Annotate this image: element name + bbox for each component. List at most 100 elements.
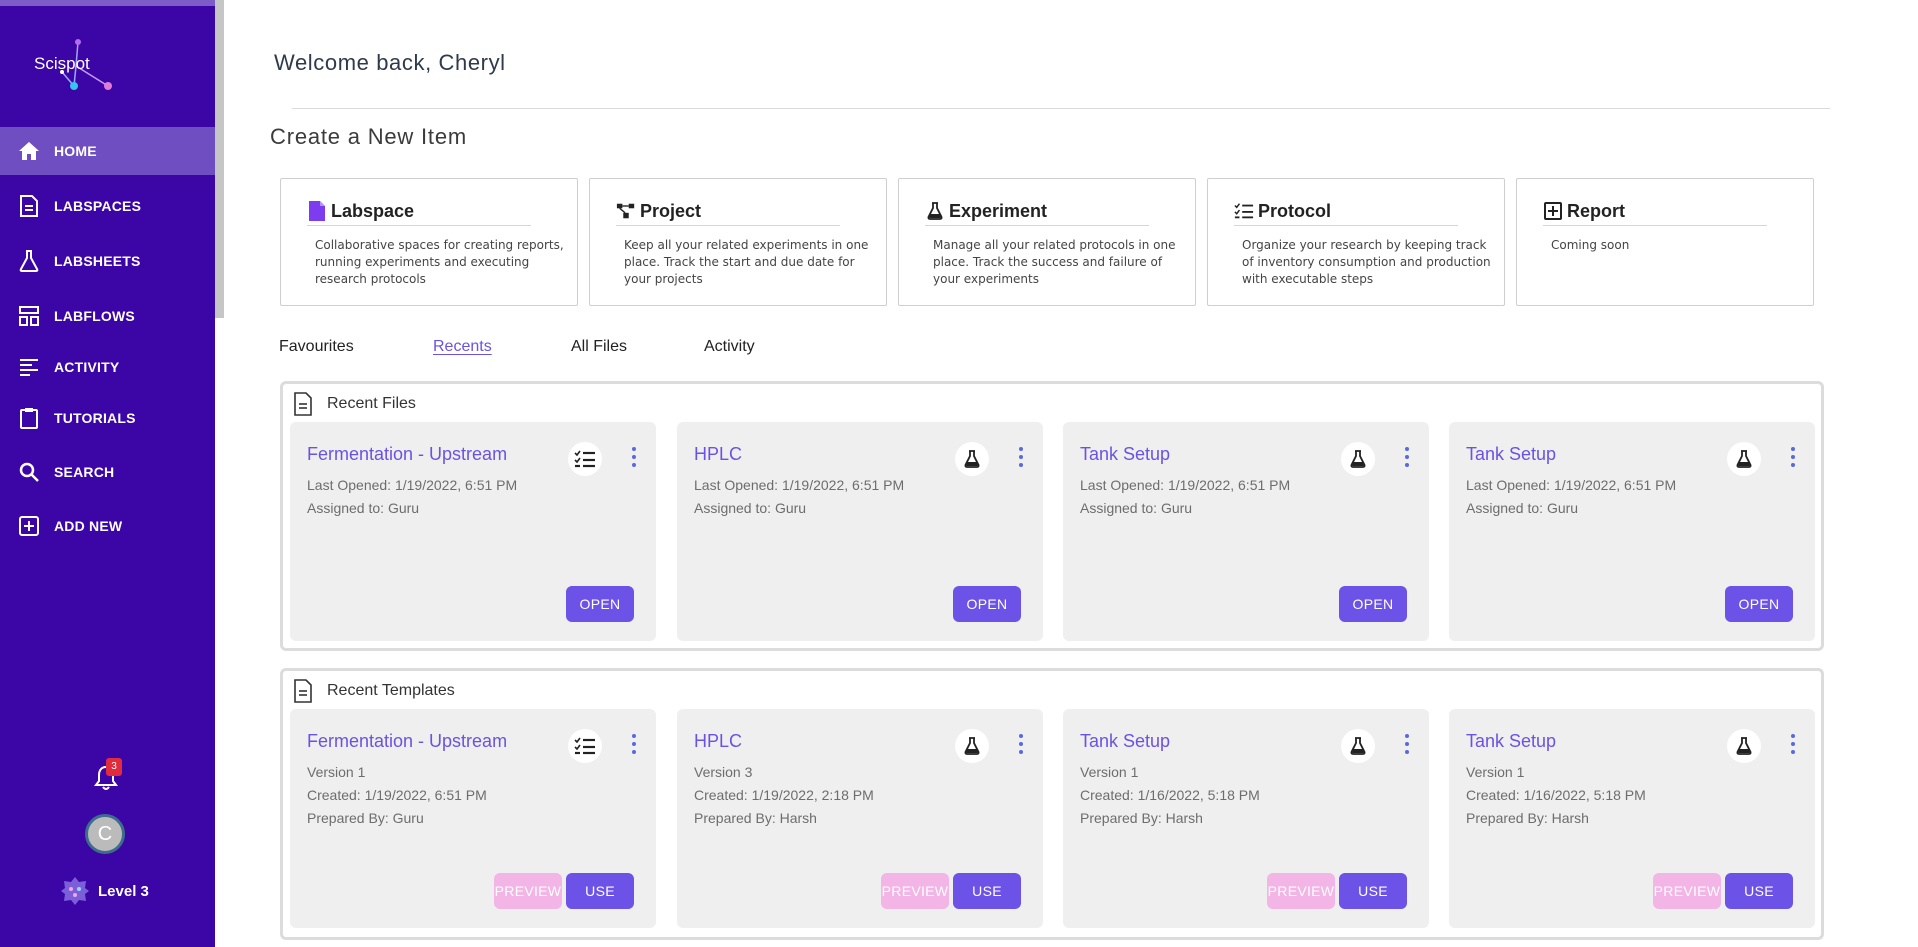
notification-count-badge: 3 bbox=[106, 758, 122, 776]
preview-button[interactable]: PREVIEW bbox=[494, 873, 562, 909]
open-button[interactable]: OPEN bbox=[1339, 586, 1407, 622]
more-options-icon[interactable] bbox=[1399, 731, 1415, 757]
create-card-description: Organize your research by keeping track … bbox=[1242, 238, 1491, 286]
create-project-card[interactable]: Project Keep all your related experiment… bbox=[589, 178, 887, 306]
sidebar-top-strip bbox=[0, 0, 215, 6]
created-date: Created: 1/19/2022, 2:18 PM bbox=[694, 787, 874, 803]
card-title-link[interactable]: Fermentation - Upstream bbox=[307, 444, 507, 465]
card-title-link[interactable]: Tank Setup bbox=[1080, 731, 1170, 752]
more-options-icon[interactable] bbox=[1399, 444, 1415, 470]
sidebar-item-label: LABSPACES bbox=[54, 198, 142, 214]
create-card-description: Keep all your related experiments in one… bbox=[624, 238, 869, 286]
card-title-link[interactable]: Tank Setup bbox=[1466, 444, 1556, 465]
scrollbar[interactable] bbox=[215, 0, 224, 318]
template-card: Tank Setup Version 1 Created: 1/16/2022,… bbox=[1449, 709, 1815, 928]
tab-favourites[interactable]: Favourites bbox=[279, 338, 354, 356]
divider bbox=[1234, 225, 1458, 226]
sidebar-item-label: ADD NEW bbox=[54, 518, 123, 534]
version: Version 1 bbox=[1466, 764, 1525, 780]
preview-button[interactable]: PREVIEW bbox=[1653, 873, 1721, 909]
recent-templates-panel: Recent Templates Fermentation - Upstream… bbox=[280, 668, 1824, 940]
more-options-icon[interactable] bbox=[1785, 444, 1801, 470]
more-options-icon[interactable] bbox=[1013, 444, 1029, 470]
sidebar-item-labflows[interactable]: LABFLOWS bbox=[0, 292, 215, 340]
open-button[interactable]: OPEN bbox=[953, 586, 1021, 622]
file-card: Tank Setup Last Opened: 1/19/2022, 6:51 … bbox=[1063, 422, 1429, 641]
sidebar-item-activity[interactable]: ACTIVITY bbox=[0, 343, 215, 391]
layout-icon bbox=[18, 305, 40, 327]
created-date: Created: 1/19/2022, 6:51 PM bbox=[307, 787, 487, 803]
template-card: Fermentation - Upstream Version 1 Create… bbox=[290, 709, 656, 928]
assigned-to: Assigned to: Guru bbox=[694, 500, 807, 516]
more-options-icon[interactable] bbox=[1785, 731, 1801, 757]
card-title-link[interactable]: Tank Setup bbox=[1080, 444, 1170, 465]
use-button[interactable]: USE bbox=[953, 873, 1021, 909]
checklist-icon bbox=[1234, 200, 1254, 222]
tab-activity[interactable]: Activity bbox=[704, 338, 755, 356]
sidebar-item-labsheets[interactable]: LABSHEETS bbox=[0, 237, 215, 285]
last-opened: Last Opened: 1/19/2022, 6:51 PM bbox=[694, 477, 905, 493]
avatar[interactable]: C bbox=[85, 814, 125, 854]
template-card: HPLC Version 3 Created: 1/19/2022, 2:18 … bbox=[677, 709, 1043, 928]
flask-icon bbox=[1727, 442, 1761, 476]
project-tree-icon bbox=[616, 200, 636, 222]
sidebar-item-label: HOME bbox=[54, 143, 97, 159]
panel-title: Recent Files bbox=[327, 395, 416, 412]
prepared-by: Prepared By: Harsh bbox=[1466, 810, 1589, 826]
level-badge[interactable]: Level 3 bbox=[60, 876, 149, 906]
use-button[interactable]: USE bbox=[566, 873, 634, 909]
version: Version 1 bbox=[307, 764, 366, 780]
use-button[interactable]: USE bbox=[1725, 873, 1793, 909]
card-title-link[interactable]: HPLC bbox=[694, 444, 742, 465]
create-section-title: Create a New Item bbox=[270, 124, 468, 149]
last-opened: Last Opened: 1/19/2022, 6:51 PM bbox=[1080, 477, 1291, 493]
sidebar-item-label: ACTIVITY bbox=[54, 359, 120, 375]
level-label: Level 3 bbox=[98, 882, 149, 900]
sidebar-item-labspaces[interactable]: LABSPACES bbox=[0, 182, 215, 230]
open-button[interactable]: OPEN bbox=[566, 586, 634, 622]
divider bbox=[292, 108, 1830, 109]
more-options-icon[interactable] bbox=[1013, 731, 1029, 757]
use-button[interactable]: USE bbox=[1339, 873, 1407, 909]
more-options-icon[interactable] bbox=[626, 731, 642, 757]
preview-button[interactable]: PREVIEW bbox=[1267, 873, 1335, 909]
flask-icon bbox=[1341, 442, 1375, 476]
checklist-icon bbox=[568, 729, 602, 763]
card-title-link[interactable]: Tank Setup bbox=[1466, 731, 1556, 752]
flask-icon bbox=[18, 250, 40, 272]
sidebar-item-search[interactable]: SEARCH bbox=[0, 448, 215, 496]
create-protocol-card[interactable]: Protocol Organize your research by keepi… bbox=[1207, 178, 1505, 306]
divider bbox=[925, 225, 1149, 226]
created-date: Created: 1/16/2022, 5:18 PM bbox=[1466, 787, 1646, 803]
card-title-link[interactable]: Fermentation - Upstream bbox=[307, 731, 507, 752]
create-labspace-card[interactable]: Labspace Collaborative spaces for creati… bbox=[280, 178, 578, 306]
prepared-by: Prepared By: Harsh bbox=[694, 810, 817, 826]
preview-button[interactable]: PREVIEW bbox=[881, 873, 949, 909]
create-report-card[interactable]: Report Coming soon bbox=[1516, 178, 1814, 306]
flask-icon bbox=[955, 442, 989, 476]
flask-icon bbox=[1727, 729, 1761, 763]
sidebar-item-tutorials[interactable]: TUTORIALS bbox=[0, 394, 215, 442]
sidebar-item-label: LABSHEETS bbox=[54, 253, 141, 269]
assigned-to: Assigned to: Guru bbox=[307, 500, 420, 516]
prepared-by: Prepared By: Harsh bbox=[1080, 810, 1203, 826]
sidebar-item-home[interactable]: HOME bbox=[0, 127, 215, 175]
logo[interactable]: Scispot bbox=[32, 36, 122, 96]
tab-recents[interactable]: Recents bbox=[433, 338, 492, 356]
open-button[interactable]: OPEN bbox=[1725, 586, 1793, 622]
sidebar-item-add-new[interactable]: ADD NEW bbox=[0, 502, 215, 550]
clipboard-icon bbox=[18, 407, 40, 429]
tab-all-files[interactable]: All Files bbox=[571, 338, 627, 356]
plus-square-icon bbox=[18, 515, 40, 537]
create-card-title: Protocol bbox=[1258, 200, 1332, 221]
document-icon bbox=[294, 392, 312, 416]
create-experiment-card[interactable]: Experiment Manage all your related proto… bbox=[898, 178, 1196, 306]
last-opened: Last Opened: 1/19/2022, 6:51 PM bbox=[1466, 477, 1677, 493]
card-title-link[interactable]: HPLC bbox=[694, 731, 742, 752]
version: Version 3 bbox=[694, 764, 753, 780]
create-card-title: Project bbox=[640, 200, 702, 221]
search-icon bbox=[18, 461, 40, 483]
flask-icon bbox=[1341, 729, 1375, 763]
create-card-description: Coming soon bbox=[1551, 238, 1630, 252]
more-options-icon[interactable] bbox=[626, 444, 642, 470]
